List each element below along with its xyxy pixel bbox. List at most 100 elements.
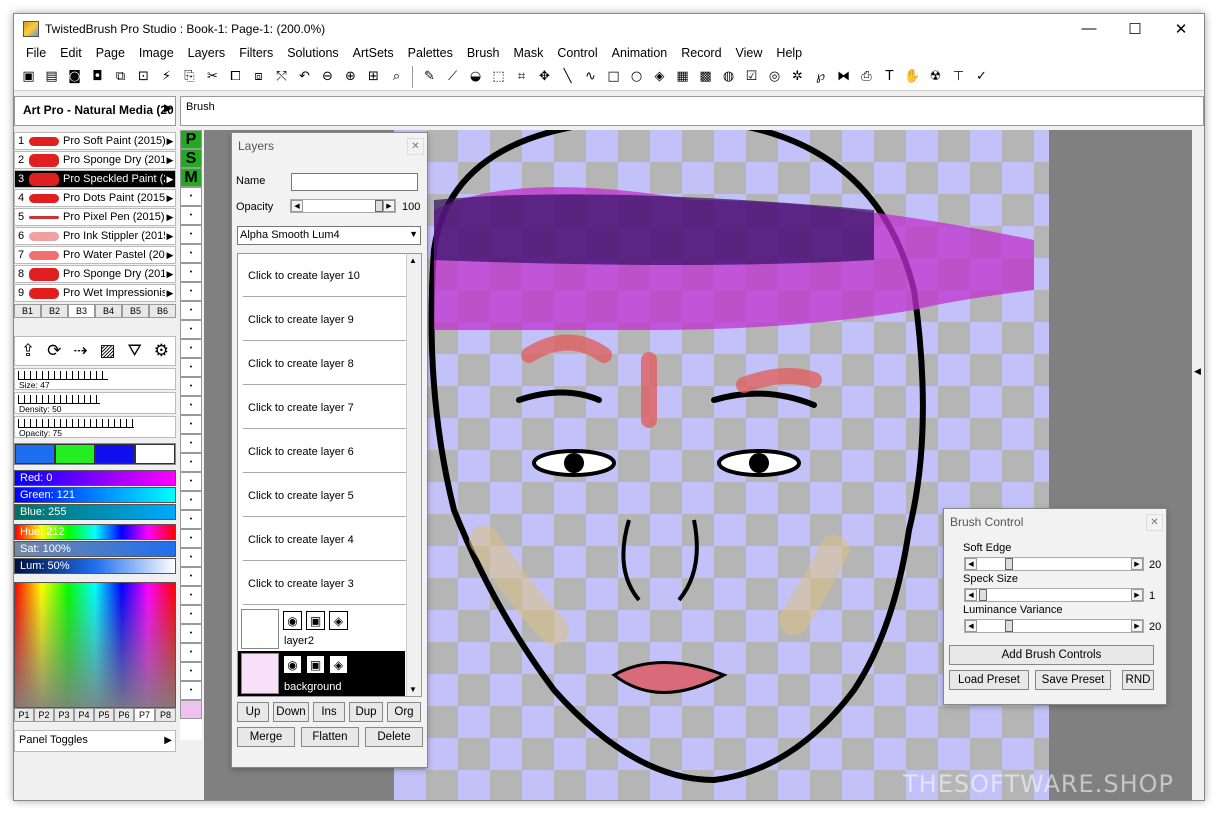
- sparkle-icon[interactable]: ✲: [786, 67, 809, 87]
- brush-slot-3[interactable]: 3 Pro Speckled Paint (2 ▶: [14, 170, 176, 188]
- layer-opacity-slider[interactable]: ◀ ▶: [290, 199, 396, 213]
- psm-slot[interactable]: •: [180, 567, 202, 586]
- brush-slot-1[interactable]: 1 Pro Soft Paint (2015) ▶: [14, 132, 176, 150]
- left-arrow-icon[interactable]: ◀: [965, 620, 977, 632]
- psm-slot[interactable]: •: [180, 377, 202, 396]
- tab-b6[interactable]: B6: [149, 304, 176, 318]
- add-brush-controls-button[interactable]: Add Brush Controls: [949, 645, 1154, 665]
- lock-icon[interactable]: ▣: [306, 611, 325, 630]
- zoom-out-icon[interactable]: ⊖: [316, 67, 339, 87]
- create-layer-4[interactable]: Click to create layer 4: [243, 518, 410, 561]
- opacity-slider[interactable]: Opacity: 75: [14, 416, 176, 438]
- tab-b4[interactable]: B4: [95, 304, 122, 318]
- move-icon[interactable]: ✥: [533, 67, 556, 87]
- psm-slot[interactable]: •: [180, 491, 202, 510]
- psm-slot[interactable]: •: [180, 681, 202, 700]
- tab-b3[interactable]: B3: [68, 304, 95, 318]
- menu-edit[interactable]: Edit: [53, 46, 89, 60]
- create-layer-3[interactable]: Click to create layer 3: [243, 562, 410, 605]
- menu-artsets[interactable]: ArtSets: [346, 46, 401, 60]
- tab-b2[interactable]: B2: [41, 304, 68, 318]
- psm-slot[interactable]: •: [180, 510, 202, 529]
- save-preset-button[interactable]: Save Preset: [1035, 670, 1111, 690]
- menu-page[interactable]: Page: [89, 46, 132, 60]
- psm-slot[interactable]: •: [180, 263, 202, 282]
- menu-view[interactable]: View: [729, 46, 770, 60]
- brush-arrow-icon[interactable]: ▶: [165, 288, 175, 299]
- menu-solutions[interactable]: Solutions: [280, 46, 345, 60]
- book-icon[interactable]: ▤: [40, 67, 63, 87]
- slider-thumb[interactable]: [1005, 558, 1013, 570]
- psm-slot[interactable]: •: [180, 453, 202, 472]
- psm-slot[interactable]: •: [180, 187, 202, 206]
- artset-arrow-icon[interactable]: ▶: [164, 103, 172, 114]
- menu-record[interactable]: Record: [674, 46, 728, 60]
- psm-slot[interactable]: •: [180, 282, 202, 301]
- line-icon[interactable]: ╲: [556, 67, 579, 87]
- psm-slot[interactable]: •: [180, 624, 202, 643]
- layer-name-input[interactable]: [291, 173, 418, 191]
- menu-animation[interactable]: Animation: [605, 46, 675, 60]
- spiral-icon[interactable]: ℘: [809, 67, 832, 87]
- tab-p7[interactable]: P7: [134, 708, 155, 722]
- check-icon[interactable]: ☑: [740, 67, 763, 87]
- zoom-fit-icon[interactable]: ⊞: [362, 67, 385, 87]
- psm-slot[interactable]: •: [180, 415, 202, 434]
- blend-mode-select[interactable]: Alpha Smooth Lum4 ▼: [237, 226, 421, 245]
- undo-icon[interactable]: ↶: [293, 67, 316, 87]
- ellipse-icon[interactable]: ○: [625, 67, 648, 87]
- artset-selector[interactable]: Art Pro - Natural Media (20 ▶: [14, 96, 176, 126]
- brush-arrow-icon[interactable]: ▶: [165, 174, 175, 185]
- menu-help[interactable]: Help: [769, 46, 809, 60]
- scroll-down-icon[interactable]: ▼: [409, 685, 417, 694]
- zoom-icon[interactable]: ⌕: [385, 67, 408, 87]
- checker-icon[interactable]: ▩: [694, 67, 717, 87]
- create-layer-8[interactable]: Click to create layer 8: [243, 342, 410, 385]
- dropdown-arrow-icon[interactable]: ▼: [409, 229, 418, 239]
- visibility-eye-icon[interactable]: ◉: [283, 611, 302, 630]
- speck-size-slider[interactable]: ◀ ▶: [964, 588, 1144, 602]
- crop-icon[interactable]: ⌗: [510, 67, 533, 87]
- refresh-icon[interactable]: ⟳: [47, 341, 61, 361]
- paste-special-icon[interactable]: ⧈: [247, 67, 270, 87]
- load-preset-button[interactable]: Load Preset: [949, 670, 1029, 690]
- scroll-up-icon[interactable]: ▲: [409, 256, 417, 265]
- psm-s[interactable]: S: [180, 149, 202, 168]
- lock-icon[interactable]: ▣: [306, 655, 325, 674]
- brush-arrow-icon[interactable]: ▶: [165, 269, 175, 280]
- right-arrow-icon[interactable]: ▶: [1131, 589, 1143, 601]
- tab-b1[interactable]: B1: [14, 304, 41, 318]
- stamp-icon[interactable]: ⊤: [947, 67, 970, 87]
- brush-control-close-icon[interactable]: ✕: [1146, 514, 1163, 531]
- luminance-variance-slider[interactable]: ◀ ▶: [964, 619, 1144, 633]
- psm-slot[interactable]: •: [180, 643, 202, 662]
- maximize-button[interactable]: ☐: [1112, 14, 1158, 43]
- connect-icon[interactable]: ⇢: [73, 341, 87, 361]
- smudge-icon[interactable]: ☢: [924, 67, 947, 87]
- menu-brush[interactable]: Brush: [460, 46, 507, 60]
- lum-bar[interactable]: Lum: 50%: [14, 558, 176, 574]
- brush-arrow-icon[interactable]: ▶: [165, 155, 175, 166]
- pattern-tool-icon[interactable]: ▨: [100, 341, 116, 361]
- psm-slot[interactable]: •: [180, 301, 202, 320]
- layer-insert-button[interactable]: Ins: [313, 702, 345, 722]
- pencil-icon[interactable]: ✎: [418, 67, 441, 87]
- swatch-fourth[interactable]: [135, 444, 175, 464]
- create-layer-10[interactable]: Click to create layer 10: [243, 254, 410, 297]
- create-layer-5[interactable]: Click to create layer 5: [243, 474, 410, 517]
- psm-slot[interactable]: •: [180, 244, 202, 263]
- size-slider[interactable]: Size: 47: [14, 368, 176, 390]
- soft-edge-slider[interactable]: ◀ ▶: [964, 557, 1144, 571]
- brush-arrow-icon[interactable]: ▶: [165, 231, 175, 242]
- density-slider[interactable]: Density: 50: [14, 392, 176, 414]
- layers-scrollbar[interactable]: ▲ ▼: [406, 254, 421, 696]
- paste-icon[interactable]: ⧠: [224, 67, 247, 87]
- pipette-icon[interactable]: ⟋: [441, 67, 464, 87]
- tab-p6[interactable]: P6: [114, 708, 134, 722]
- hue-bar[interactable]: Hue: 212: [14, 524, 176, 540]
- brush-wand-icon[interactable]: ⚡: [155, 67, 178, 87]
- slider-thumb[interactable]: [375, 200, 383, 212]
- magic-icon[interactable]: ◎: [763, 67, 786, 87]
- bucket-tool-icon[interactable]: ⛛: [128, 341, 142, 361]
- psm-slot[interactable]: •: [180, 358, 202, 377]
